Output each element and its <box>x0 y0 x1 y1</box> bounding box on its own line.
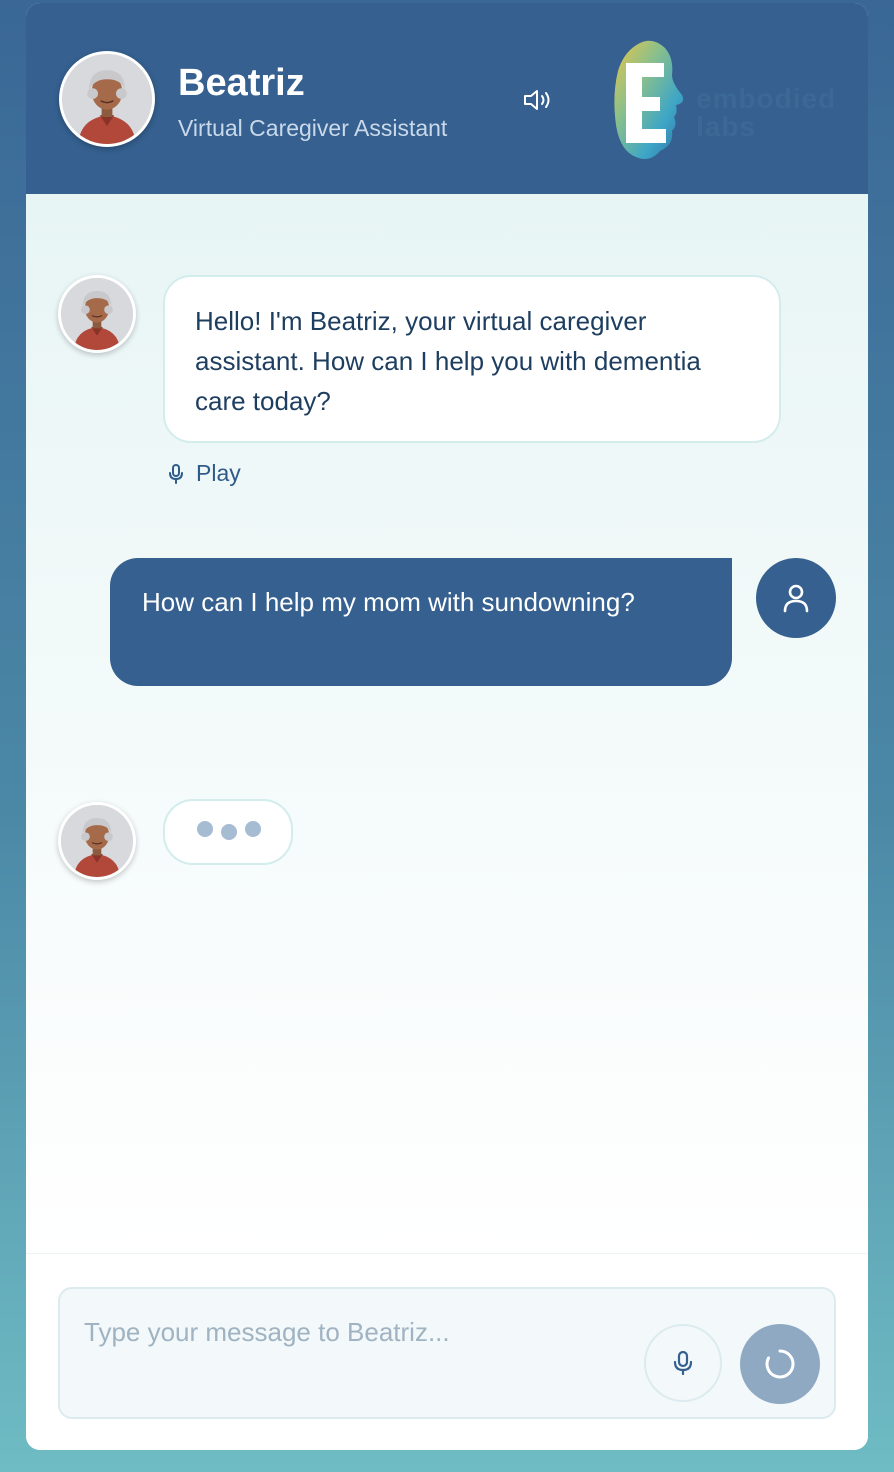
typing-dot <box>221 824 237 840</box>
assistant-name: Beatriz <box>178 62 305 104</box>
logo-text: embodied labs <box>696 83 837 142</box>
microphone-icon <box>169 463 183 484</box>
assistant-subtitle: Virtual Caregiver Assistant <box>178 115 448 141</box>
assistant-avatar-small <box>58 802 136 880</box>
play-audio-button[interactable]: Play <box>164 460 241 487</box>
user-message-bubble: How can I help my mom with sundowning? <box>110 558 732 686</box>
user-avatar <box>756 558 836 638</box>
chat-window: Beatriz Virtual Caregiver Assistant embo… <box>26 3 868 1450</box>
assistant-message-bubble: Hello! I'm Beatriz, your virtual caregiv… <box>163 275 781 443</box>
microphone-icon <box>673 1350 693 1376</box>
assistant-avatar <box>59 51 155 147</box>
user-icon <box>783 584 809 613</box>
message-input[interactable] <box>84 1317 644 1348</box>
loading-spinner-icon <box>765 1349 795 1379</box>
send-button[interactable] <box>740 1324 820 1404</box>
speaker-icon[interactable] <box>522 85 554 115</box>
message-input-box <box>58 1287 836 1419</box>
play-label: Play <box>196 460 241 486</box>
beatriz-portrait-icon <box>61 278 133 350</box>
typing-dot <box>197 821 213 837</box>
beatriz-portrait-icon <box>62 54 152 144</box>
message-composer <box>26 1253 868 1450</box>
chat-header: Beatriz Virtual Caregiver Assistant embo… <box>26 3 868 194</box>
beatriz-portrait-icon <box>61 805 133 877</box>
typing-indicator <box>163 799 293 865</box>
typing-dot <box>245 821 261 837</box>
chat-messages: Hello! I'm Beatriz, your virtual caregiv… <box>26 194 868 1253</box>
assistant-avatar-small <box>58 275 136 353</box>
voice-input-button[interactable] <box>644 1324 722 1402</box>
